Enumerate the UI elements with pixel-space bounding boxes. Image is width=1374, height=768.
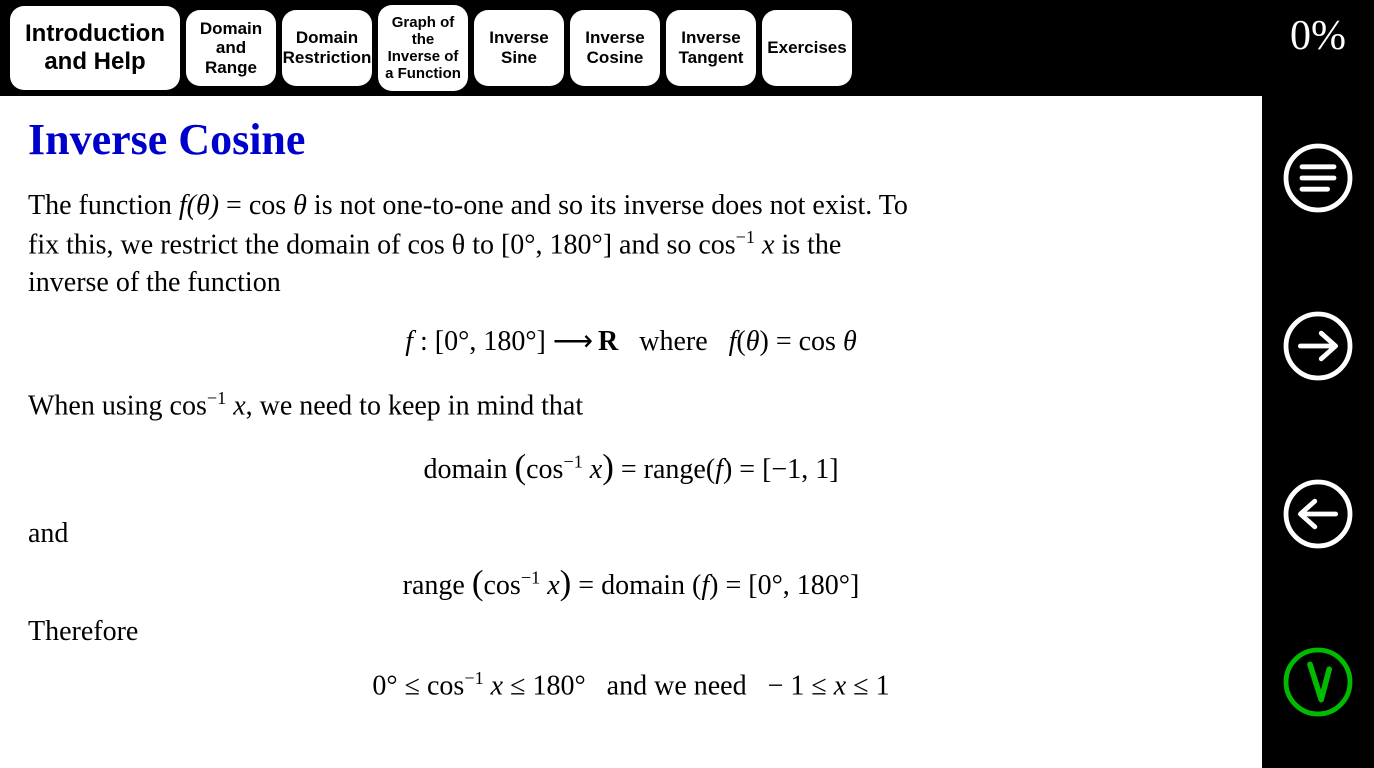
tab-graph-inverse[interactable]: Graph of the Inverse of a Function	[378, 5, 468, 91]
page-title: Inverse Cosine	[28, 114, 1234, 165]
p1-x: x	[762, 229, 774, 260]
next-button[interactable]	[1262, 264, 1374, 432]
equation-4: 0° ≤ cos−1 x ≤ 180° and we need − 1 ≤ x …	[28, 668, 1234, 702]
equation-2: domain (cos−1 x) = range(f) = [−1, 1]	[28, 447, 1234, 487]
tab-inverse-sine[interactable]: Inverse Sine	[474, 10, 564, 86]
check-icon	[1278, 642, 1358, 727]
right-sidebar	[1262, 96, 1374, 768]
p1-sup: −1	[736, 227, 755, 247]
equation-3: range (cos−1 x) = domain (f) = [0°, 180°…	[28, 563, 1234, 603]
menu-icon	[1278, 138, 1358, 223]
paragraph-and: and	[28, 515, 928, 553]
paragraph-therefore: Therefore	[28, 613, 928, 651]
top-nav-bar: Introduction and Help Domain and Range D…	[0, 0, 1374, 96]
arrow-left-icon	[1278, 474, 1358, 559]
tab-inverse-cosine[interactable]: Inverse Cosine	[570, 10, 660, 86]
p2-text-b: , we need to keep in mind that	[246, 390, 583, 421]
p2-sup: −1	[207, 388, 226, 408]
paragraph-2: When using cos−1 x, we need to keep in m…	[28, 386, 928, 425]
p1-text-a: The function	[28, 190, 179, 221]
progress-percent: 0%	[1290, 12, 1346, 60]
tab-domain-range[interactable]: Domain and Range	[186, 10, 276, 86]
paragraph-1: The function f(θ) = cos θ is not one-to-…	[28, 187, 928, 302]
tab-inverse-tangent[interactable]: Inverse Tangent	[666, 10, 756, 86]
p2-text-a: When using cos	[28, 390, 207, 421]
check-button[interactable]	[1262, 600, 1374, 768]
main-row: Inverse Cosine The function f(θ) = cos θ…	[0, 96, 1374, 768]
content-area: Inverse Cosine The function f(θ) = cos θ…	[0, 96, 1262, 768]
tab-exercises[interactable]: Exercises	[762, 10, 852, 86]
p1-fn: f(θ) = cos θ	[179, 190, 307, 221]
arrow-right-icon	[1278, 306, 1358, 391]
menu-button[interactable]	[1262, 96, 1374, 264]
prev-button[interactable]	[1262, 432, 1374, 600]
tab-domain-restriction[interactable]: Domain Restriction	[282, 10, 372, 86]
tab-introduction[interactable]: Introduction and Help	[10, 6, 180, 90]
equation-1: f : [0°, 180°] ⟶ R where f(θ) = cos θ	[28, 324, 1234, 358]
p2-x: x	[233, 390, 245, 421]
